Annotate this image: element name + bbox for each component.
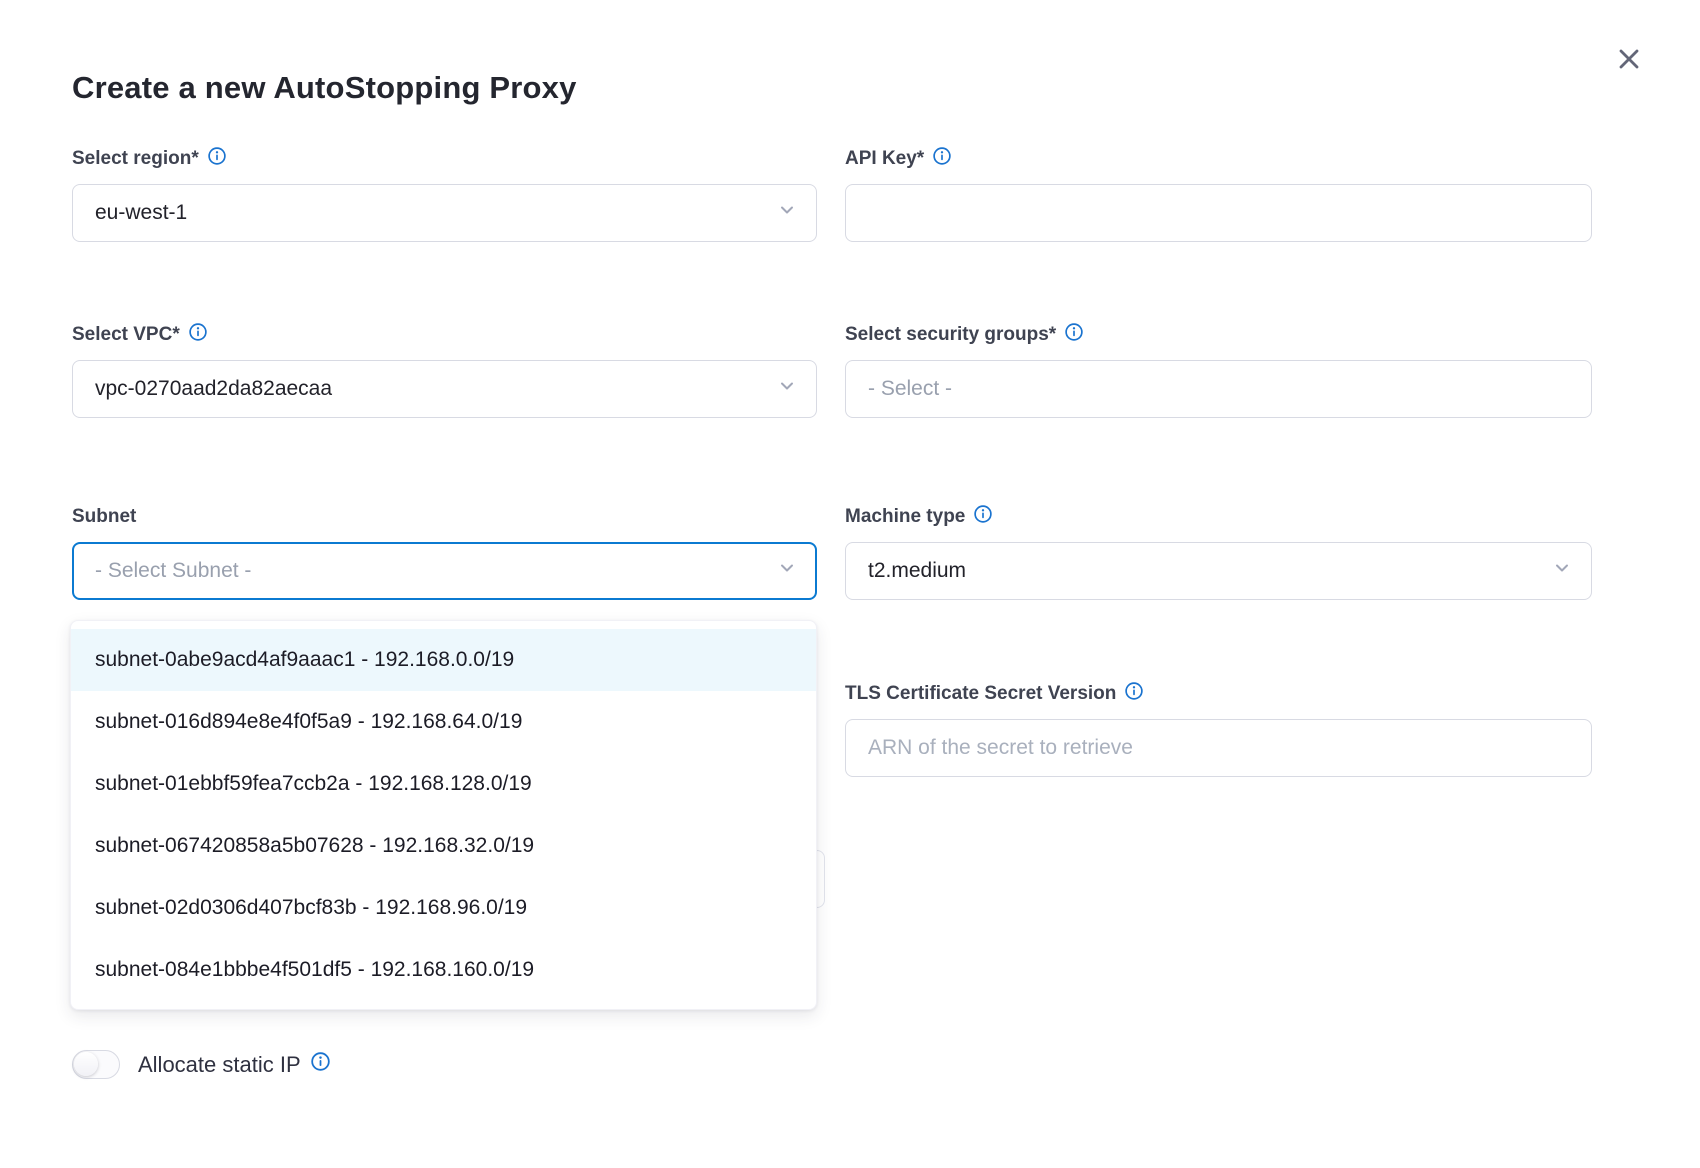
security-groups-placeholder: - Select - [868, 377, 952, 401]
machine-type-select[interactable]: t2.medium [845, 542, 1592, 600]
api-key-field: API Key* [845, 148, 1592, 242]
machine-type-field: Machine type t2.medium [845, 506, 1592, 600]
toggle-knob [74, 1052, 98, 1076]
subnet-option[interactable]: subnet-01ebbf59fea7ccb2a - 192.168.128.0… [71, 753, 816, 815]
create-autostopping-proxy-dialog: Create a new AutoStopping Proxy Select r… [0, 0, 1700, 1168]
allocate-static-ip-toggle[interactable] [72, 1050, 120, 1079]
subnet-option[interactable]: subnet-02d0306d407bcf83b - 192.168.96.0/… [71, 877, 816, 939]
region-field: Select region* eu-west-1 [72, 148, 817, 242]
subnet-select-placeholder: - Select Subnet - [95, 559, 251, 583]
info-icon[interactable] [1065, 323, 1083, 341]
tls-secret-input[interactable] [845, 719, 1592, 777]
vpc-label: Select VPC* [72, 324, 817, 346]
chevron-down-icon [778, 559, 796, 583]
security-groups-label: Select security groups* [845, 324, 1592, 346]
info-icon[interactable] [933, 147, 951, 165]
vpc-select-value: vpc-0270aad2da82aecaa [95, 377, 332, 401]
subnet-field: Subnet - Select Subnet - [72, 506, 817, 600]
subnet-option[interactable]: subnet-016d894e8e4f0f5a9 - 192.168.64.0/… [71, 691, 816, 753]
chevron-down-icon [778, 377, 796, 401]
subnet-option[interactable]: subnet-084e1bbbe4f501df5 - 192.168.160.0… [71, 939, 816, 1001]
info-icon[interactable] [974, 505, 992, 523]
region-label: Select region* [72, 148, 817, 170]
api-key-label: API Key* [845, 148, 1592, 170]
machine-type-select-value: t2.medium [868, 559, 966, 583]
subnet-label: Subnet [72, 506, 817, 528]
info-icon[interactable] [208, 147, 226, 165]
page-title: Create a new AutoStopping Proxy [72, 70, 577, 106]
close-icon[interactable] [1613, 43, 1645, 75]
allocate-static-ip-row: Allocate static IP [72, 1050, 330, 1079]
info-icon[interactable] [311, 1052, 330, 1071]
chevron-down-icon [778, 201, 796, 225]
vpc-select[interactable]: vpc-0270aad2da82aecaa [72, 360, 817, 418]
chevron-down-icon [1553, 559, 1571, 583]
subnet-select[interactable]: - Select Subnet - [72, 542, 817, 600]
api-key-input[interactable] [845, 184, 1592, 242]
region-select-value: eu-west-1 [95, 201, 187, 225]
tls-secret-label: TLS Certificate Secret Version [845, 683, 1592, 705]
subnet-dropdown-menu: subnet-0abe9acd4af9aaac1 - 192.168.0.0/1… [70, 620, 817, 1010]
info-icon[interactable] [189, 323, 207, 341]
tls-secret-field: TLS Certificate Secret Version [845, 683, 1592, 777]
machine-type-label: Machine type [845, 506, 1592, 528]
vpc-field: Select VPC* vpc-0270aad2da82aecaa [72, 324, 817, 418]
allocate-static-ip-label: Allocate static IP [138, 1052, 330, 1078]
security-groups-select[interactable]: - Select - [845, 360, 1592, 418]
region-select[interactable]: eu-west-1 [72, 184, 817, 242]
subnet-option[interactable]: subnet-067420858a5b07628 - 192.168.32.0/… [71, 815, 816, 877]
security-groups-field: Select security groups* - Select - [845, 324, 1592, 418]
info-icon[interactable] [1125, 682, 1143, 700]
subnet-option[interactable]: subnet-0abe9acd4af9aaac1 - 192.168.0.0/1… [71, 629, 816, 691]
